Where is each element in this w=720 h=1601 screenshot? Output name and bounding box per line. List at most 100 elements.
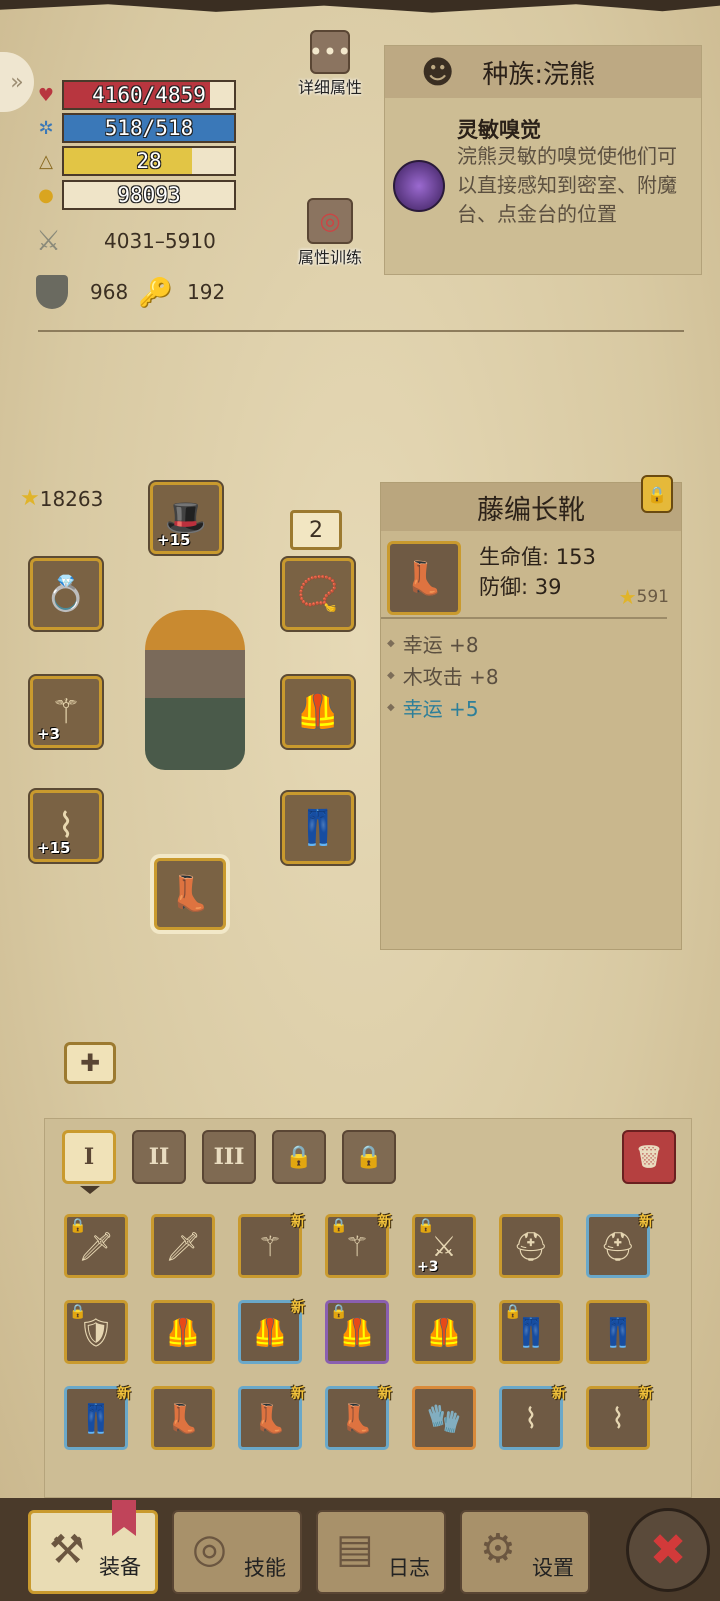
add-slot-button[interactable]: ✚	[64, 1042, 116, 1084]
bracer-icon: ⌇	[611, 1401, 625, 1435]
dots-label: •••	[308, 38, 352, 66]
inventory-item[interactable]: ⌇ 新	[499, 1386, 566, 1450]
inventory-item[interactable]: 👢 新	[325, 1386, 392, 1450]
equip-slot-head[interactable]: 🎩 +15	[150, 482, 222, 554]
item-detail-divider	[381, 617, 667, 619]
race-skill-name: 灵敏嗅觉	[457, 118, 541, 142]
tab-bag-1[interactable]: I	[62, 1130, 116, 1184]
attr-training-button[interactable]: ◎ 属性训练	[284, 198, 376, 268]
close-icon: ✖	[649, 1524, 687, 1576]
tab-bag-3[interactable]: III	[202, 1130, 256, 1184]
enhance-level: +15	[37, 839, 71, 857]
hp-text: 4160/4859	[92, 83, 206, 107]
mp-text: 518/518	[104, 116, 194, 140]
staff-icon: ⚚	[257, 1229, 283, 1263]
inventory-item[interactable]: 🦺 🔒	[325, 1300, 389, 1364]
journal-icon: ▤	[336, 1526, 374, 1572]
affix-item: 幸运 +5	[387, 691, 499, 723]
inventory-item[interactable]: ⚚ 新	[238, 1214, 305, 1278]
inventory-item[interactable]: 🛡 🔒	[64, 1300, 128, 1364]
character-figure	[120, 600, 270, 780]
inventory-item[interactable]: 🗡 🔒	[64, 1214, 128, 1278]
hp-row: ♥ 4160/4859	[34, 80, 236, 110]
level-badge-value: 2	[309, 517, 323, 543]
new-badge: 新	[639, 1214, 653, 1230]
equip-slot-armor[interactable]: 🦺	[282, 676, 354, 748]
skill-ring-icon: ◎	[192, 1526, 227, 1572]
inventory-item[interactable]: 👖 新	[64, 1386, 131, 1450]
equip-slot-bracer[interactable]: ⌇ +15	[30, 790, 102, 862]
armor-icon: 🦺	[165, 1315, 201, 1349]
inventory-item[interactable]: ⛑	[499, 1214, 563, 1278]
nav-settings-button[interactable]: ⚙ 设置	[460, 1510, 590, 1594]
level-text: 28	[136, 149, 162, 173]
star-icon: ★	[20, 486, 40, 511]
race-title: 种族:浣熊	[482, 59, 596, 90]
inventory-item[interactable]: 👖	[586, 1300, 650, 1364]
level-badge: 2	[290, 510, 342, 550]
inventory-item[interactable]: ⚔ 🔒 +3	[412, 1214, 476, 1278]
bracer-icon: ⌇	[524, 1401, 538, 1435]
nav-equip-button[interactable]: ⚒ 装备	[28, 1510, 158, 1594]
race-panel: ☻ 种族:浣熊 灵敏嗅觉 浣熊灵敏的嗅觉使他们可以直接感知到密室、附魔台、点金台…	[384, 45, 702, 275]
inventory-item[interactable]: 🦺	[412, 1300, 476, 1364]
equip-slot-boots[interactable]: 👢	[154, 858, 226, 930]
tab-locked-5[interactable]: 🔒	[342, 1130, 396, 1184]
nav-log-button[interactable]: ▤ 日志	[316, 1510, 446, 1594]
armor-icon: 🦺	[339, 1315, 375, 1349]
nav-log-label: 日志	[388, 1556, 430, 1580]
new-badge: 新	[378, 1214, 392, 1230]
lock-icon[interactable]: 🔒	[641, 475, 673, 513]
inventory-item[interactable]: 👢 新	[238, 1386, 305, 1450]
tab-locked-4[interactable]: 🔒	[272, 1130, 326, 1184]
inventory-item[interactable]: 🧤	[412, 1386, 476, 1450]
inventory-item[interactable]: 👢	[151, 1386, 215, 1450]
detail-attrs-label: 详细属性	[297, 78, 362, 97]
axe-icon: ⚒	[49, 1527, 85, 1573]
defense-row: 968 🔑 192	[36, 275, 225, 309]
inventory-item[interactable]: 🦺	[151, 1300, 215, 1364]
mana-icon: ✲	[38, 117, 54, 139]
inventory-item[interactable]: 🗡	[151, 1214, 215, 1278]
lock-icon: 🔒	[355, 1144, 383, 1170]
new-badge: 新	[117, 1386, 131, 1402]
gauntlet-icon: 🧤	[426, 1401, 462, 1435]
mp-bar: 518/518	[62, 113, 236, 143]
equip-slot-ring[interactable]: 💍	[30, 558, 102, 630]
coins-icon: ●	[38, 184, 54, 206]
nav-skills-button[interactable]: ◎ 技能	[172, 1510, 302, 1594]
armor-icon: 🦺	[252, 1315, 288, 1349]
boots-icon: 👢	[339, 1401, 375, 1435]
new-badge: 新	[552, 1386, 566, 1402]
inventory-item[interactable]: ⌇ 新	[586, 1386, 653, 1450]
inventory-item[interactable]: ⛑ 新	[586, 1214, 653, 1278]
tab-indicator	[80, 1186, 100, 1194]
trash-button[interactable]: 🗑	[622, 1130, 676, 1184]
detail-attrs-button[interactable]: ••• 详细属性	[290, 30, 370, 98]
power-score: ★ 18263	[20, 486, 103, 511]
attack-row: ⚔ 4031–5910	[36, 224, 216, 257]
sword-icon: 🗡	[165, 1229, 201, 1263]
close-button[interactable]: ✖	[626, 1508, 710, 1592]
nav-settings-label: 设置	[532, 1556, 574, 1580]
equip-slot-legs[interactable]: 👖	[282, 792, 354, 864]
gear-icon: ⚙	[480, 1526, 516, 1572]
pauldron-icon: 🛡	[78, 1315, 114, 1349]
inventory-item[interactable]: 👖 🔒	[499, 1300, 563, 1364]
armor-value: 968	[90, 280, 129, 304]
helmet-icon: ⛑	[600, 1229, 636, 1263]
level-row: △ 28	[34, 146, 236, 176]
inventory-item[interactable]: 🦺 新	[238, 1300, 305, 1364]
inventory-item[interactable]: ⚚ 🔒 新	[325, 1214, 392, 1278]
plus-cross-icon: ✚	[79, 1049, 101, 1077]
resist-key-icon: 🔑	[138, 275, 174, 309]
tab-label: III	[213, 1144, 245, 1170]
new-badge: 新	[639, 1386, 653, 1402]
equip-slot-necklace[interactable]: 📿	[282, 558, 354, 630]
ring-icon: 💍	[44, 574, 88, 614]
equip-slot-weapon[interactable]: ⚚ +3	[30, 676, 102, 748]
boots-icon: 👢	[168, 874, 212, 914]
tab-bag-2[interactable]: II	[132, 1130, 186, 1184]
gold-row: ● 98093	[34, 180, 236, 210]
heart-icon: ♥	[37, 84, 55, 106]
